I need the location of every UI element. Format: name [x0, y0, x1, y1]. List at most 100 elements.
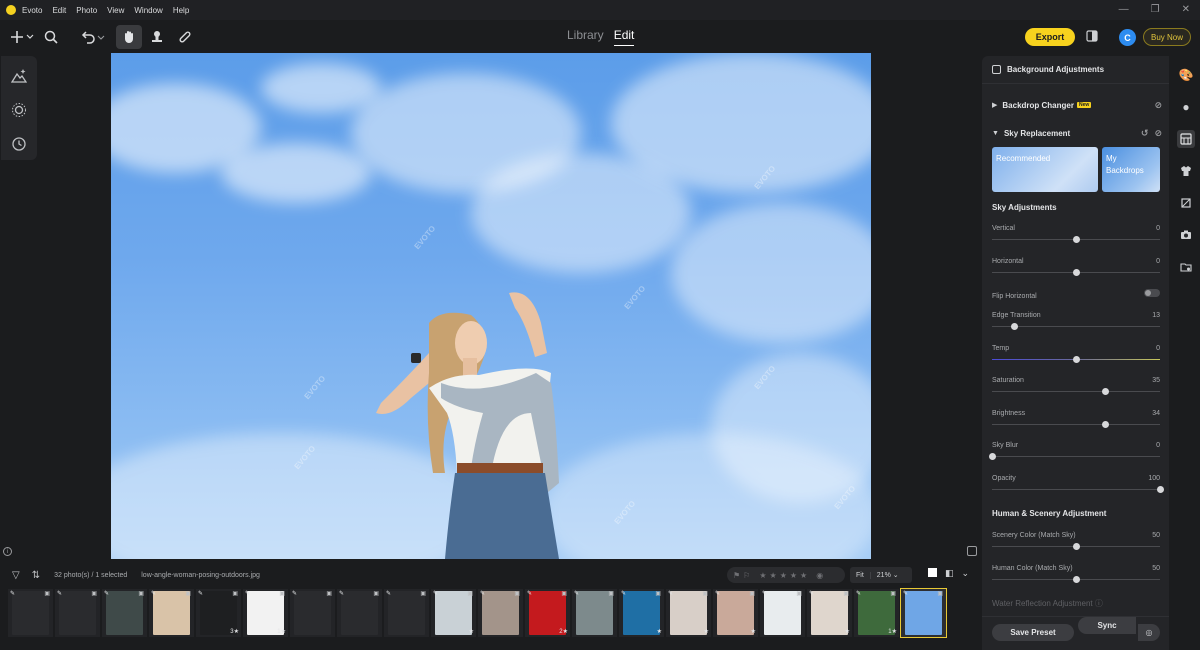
sort-icon[interactable]: ⇅: [32, 570, 40, 581]
filmstrip-thumbnail[interactable]: ✎ ▣ ★: [431, 589, 476, 637]
single-view-icon[interactable]: [928, 568, 937, 577]
slider-value[interactable]: 0: [1156, 345, 1160, 352]
star-3-icon[interactable]: ★: [780, 571, 787, 580]
star-4-icon[interactable]: ★: [790, 571, 797, 580]
search-button[interactable]: [38, 25, 64, 49]
filmstrip-thumbnail[interactable]: ✎ ▣: [55, 589, 100, 637]
healing-tool-button[interactable]: [172, 25, 198, 49]
filmstrip-thumbnail[interactable]: ✎ ▣: [478, 589, 523, 637]
add-button[interactable]: [8, 25, 38, 49]
slider-value[interactable]: 0: [1156, 258, 1160, 265]
clothing-button[interactable]: [1177, 162, 1195, 180]
slider-handle[interactable]: [1073, 236, 1080, 243]
filmstrip-thumbnail[interactable]: ✎ ▣ 1★: [854, 589, 899, 637]
color-label-icon[interactable]: ◉: [816, 571, 823, 580]
filter-icon[interactable]: ▽: [12, 570, 20, 581]
tab-edit[interactable]: Edit: [613, 28, 635, 46]
buy-now-button[interactable]: Buy Now: [1143, 28, 1191, 46]
help-icon[interactable]: ⓘ: [1095, 599, 1103, 608]
slider-value[interactable]: 13: [1152, 312, 1160, 319]
slider-value[interactable]: 100: [1148, 475, 1160, 482]
close-icon[interactable]: ✕: [1182, 4, 1190, 15]
filmstrip-thumbnail[interactable]: ✎ ▣ 2★: [525, 589, 570, 637]
slider-handle[interactable]: [1102, 388, 1110, 395]
reset-icon[interactable]: ↺: [1141, 128, 1149, 139]
sync-options-button[interactable]: ◎: [1138, 624, 1160, 641]
my-backdrops-card[interactable]: My Backdrops: [1102, 147, 1160, 192]
slider-track[interactable]: [992, 456, 1160, 457]
maximize-icon[interactable]: ❐: [1151, 4, 1160, 15]
star-5-icon[interactable]: ★: [800, 571, 807, 580]
slider-value[interactable]: 0: [1156, 225, 1160, 232]
folder-settings-button[interactable]: [1177, 258, 1195, 276]
slider-handle[interactable]: [1010, 323, 1018, 330]
flag-icon[interactable]: ⚑: [733, 571, 740, 580]
filmstrip-thumbnail[interactable]: ✎ ▣ ★: [807, 589, 852, 637]
crop-button[interactable]: [1177, 194, 1195, 212]
filmstrip-thumbnail[interactable]: ✎ ▣: [8, 589, 53, 637]
background-button[interactable]: [1177, 130, 1195, 148]
filmstrip-thumbnail[interactable]: ✎ ▣: [102, 589, 147, 637]
slider-track[interactable]: [992, 488, 1160, 490]
avatar[interactable]: C: [1119, 29, 1136, 46]
save-preset-button[interactable]: Save Preset: [992, 624, 1074, 641]
filmstrip-thumbnail[interactable]: ✎ ▣ 3★: [196, 589, 241, 637]
sky-replacement-section[interactable]: ▼ Sky Replacement ↺ ⊘: [992, 126, 1162, 140]
tab-library[interactable]: Library: [567, 28, 604, 46]
star-2-icon[interactable]: ★: [770, 571, 777, 580]
zoom-select[interactable]: 21% ⌄: [871, 571, 905, 579]
star-1-icon[interactable]: ★: [759, 571, 766, 580]
slider-handle[interactable]: [989, 453, 996, 460]
filmstrip-thumbnail[interactable]: ✎ ▣: [900, 588, 947, 638]
chevron-down-icon[interactable]: ⌄: [962, 568, 970, 579]
slider-value[interactable]: 50: [1152, 565, 1160, 572]
menu-view[interactable]: View: [107, 6, 124, 15]
menu-help[interactable]: Help: [173, 6, 189, 15]
hand-tool-button[interactable]: [116, 25, 142, 49]
fit-button[interactable]: Fit: [850, 571, 871, 579]
palette-button[interactable]: 🎨: [1177, 66, 1195, 84]
sync-button[interactable]: Sync: [1078, 617, 1136, 634]
menu-window[interactable]: Window: [134, 6, 162, 15]
slider-handle[interactable]: [1157, 485, 1164, 493]
filmstrip-thumbnail[interactable]: ✎ ▣: [760, 589, 805, 637]
slider-value[interactable]: 35: [1152, 377, 1160, 384]
compare-icon[interactable]: [967, 546, 977, 556]
photo-canvas[interactable]: EVOTO EVOTO EVOTO EVOTO EVOTO EVOTO EVOT…: [111, 53, 871, 559]
slider-handle[interactable]: [1073, 575, 1080, 583]
slider-value[interactable]: 0: [1156, 442, 1160, 449]
info-icon[interactable]: i: [3, 547, 12, 556]
filmstrip-thumbnail[interactable]: ✎ ▣ ★: [713, 589, 758, 637]
reset-disabled-icon[interactable]: ⊘: [1154, 100, 1162, 111]
filmstrip-thumbnail[interactable]: ✎ ▣ 1★: [243, 589, 288, 637]
stamp-tool-button[interactable]: [144, 25, 170, 49]
panel-toggle-button[interactable]: [1086, 30, 1100, 44]
minimize-icon[interactable]: —: [1119, 4, 1129, 15]
slider-handle[interactable]: [1101, 420, 1109, 428]
camera-button[interactable]: [1177, 226, 1195, 244]
recommended-card[interactable]: Recommended: [992, 147, 1098, 192]
slider-track[interactable]: [992, 391, 1160, 392]
slider-track[interactable]: [992, 423, 1160, 425]
menu-edit[interactable]: Edit: [52, 6, 66, 15]
ai-scene-button[interactable]: [9, 66, 29, 86]
slider-handle[interactable]: [1073, 268, 1080, 276]
filmstrip-thumbnail[interactable]: ✎ ▣: [572, 589, 617, 637]
slider-handle[interactable]: [1073, 543, 1080, 550]
undo-button[interactable]: [78, 25, 108, 49]
compare-view-icon[interactable]: ◧: [945, 568, 954, 579]
portrait-button[interactable]: ●: [1177, 98, 1195, 116]
filmstrip-thumbnail[interactable]: ✎ ▣ ★: [619, 589, 664, 637]
slider-value[interactable]: 50: [1152, 532, 1160, 539]
filmstrip-thumbnail[interactable]: ✎ ▣ ★: [666, 589, 711, 637]
export-button[interactable]: Export: [1025, 28, 1075, 46]
filmstrip-thumbnail[interactable]: ✎ ▣: [384, 589, 429, 637]
reject-flag-icon[interactable]: ⚐: [743, 571, 750, 580]
filmstrip-thumbnail[interactable]: ✎ ▣: [149, 589, 194, 637]
slider-handle[interactable]: [1073, 355, 1080, 363]
light-adjust-button[interactable]: [9, 100, 29, 120]
backdrop-changer-section[interactable]: ▶ Backdrop Changer New ⊘: [992, 98, 1162, 112]
filmstrip-thumbnail[interactable]: ✎ ▣: [337, 589, 382, 637]
slider-value[interactable]: 34: [1152, 410, 1160, 417]
filmstrip-thumbnail[interactable]: ✎ ▣: [290, 589, 335, 637]
